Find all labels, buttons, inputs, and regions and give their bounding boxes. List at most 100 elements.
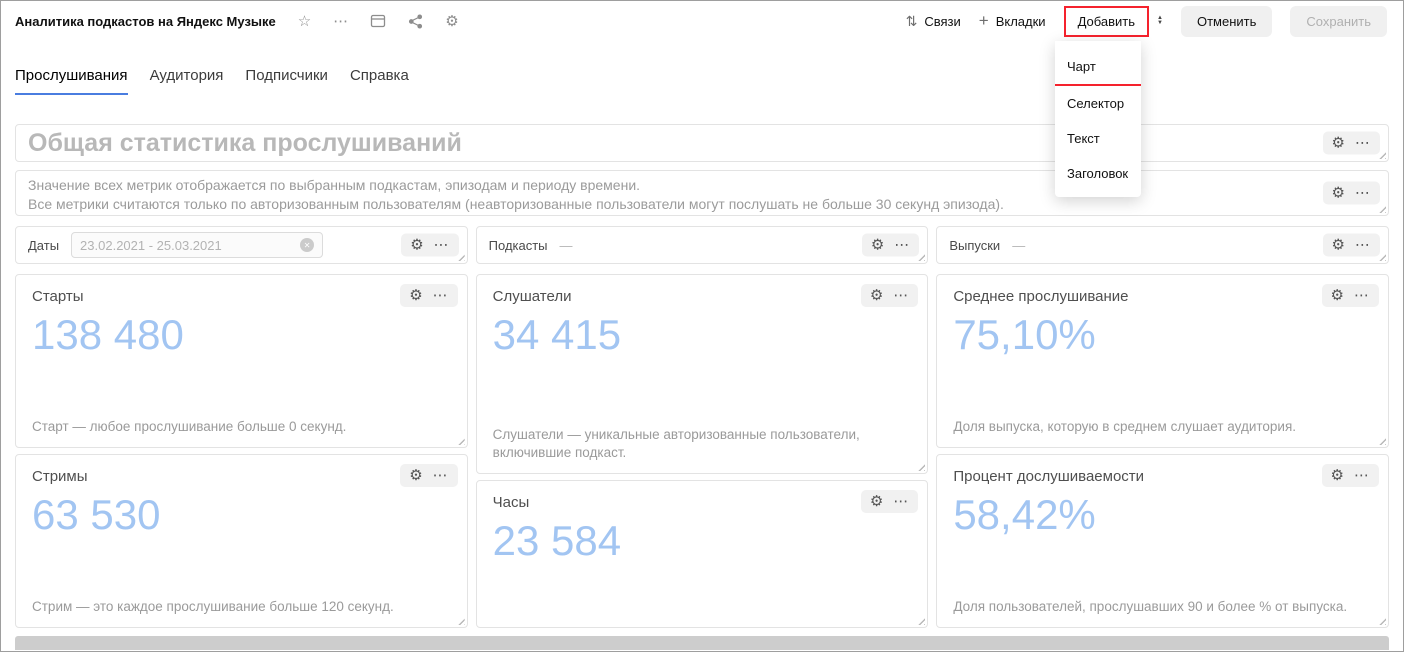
selector-label: Подкасты: [489, 238, 548, 253]
more-icon[interactable]: ⋯: [1355, 238, 1371, 253]
widget-actions: ⚙ ⋯: [1323, 182, 1380, 205]
more-icon[interactable]: ⋯: [894, 238, 910, 253]
plus-icon: +: [979, 11, 989, 31]
widget-actions: ⚙ ⋯: [861, 284, 918, 307]
selector-label: Выпуски: [949, 238, 1000, 253]
resize-handle[interactable]: [916, 462, 925, 471]
gear-icon[interactable]: ⚙: [870, 494, 883, 509]
resize-handle[interactable]: [456, 616, 465, 625]
more-icon[interactable]: ⋯: [1355, 136, 1371, 151]
resize-handle[interactable]: [1377, 204, 1386, 213]
widget-actions: ⚙ ⋯: [1322, 464, 1379, 487]
more-icon[interactable]: ⋯: [434, 238, 450, 253]
clear-icon[interactable]: ✕: [300, 238, 314, 252]
metric-title: Часы: [493, 494, 912, 511]
tab-subscribers[interactable]: Подписчики: [245, 67, 328, 95]
more-icon[interactable]: ⋯: [433, 288, 449, 303]
text-widget: Значение всех метрик отображается по выб…: [15, 170, 1389, 216]
episodes-select[interactable]: —: [1012, 238, 1025, 253]
share-icon[interactable]: [408, 14, 423, 29]
tab-help[interactable]: Справка: [350, 67, 409, 95]
relations-button[interactable]: ⇅ Связи: [906, 13, 961, 30]
date-range-input[interactable]: 23.02.2021 - 25.03.2021 ✕: [71, 232, 323, 258]
metric-title: Процент дослушиваемости: [953, 468, 1372, 485]
more-icon[interactable]: ⋯: [1355, 186, 1371, 201]
section-title: Общая статистика прослушиваний: [28, 129, 462, 158]
gear-icon[interactable]: ⚙: [1332, 136, 1345, 151]
gear-icon[interactable]: ⚙: [871, 238, 884, 253]
add-tab-label: Вкладки: [996, 14, 1046, 29]
widget-actions: ⚙ ⋯: [862, 234, 919, 257]
metric-caption: Старт — любое прослушивание больше 0 сек…: [32, 418, 447, 436]
menu-item-chart[interactable]: Чарт: [1055, 49, 1141, 86]
metric-caption: Стрим — это каждое прослушивание больше …: [32, 598, 447, 616]
resize-handle[interactable]: [1377, 436, 1386, 445]
metric-value: 138 480: [32, 311, 451, 359]
resize-handle[interactable]: [1377, 616, 1386, 625]
metric-card-avg-listen: Среднее прослушивание 75,10% Доля выпуск…: [936, 274, 1389, 448]
more-icon[interactable]: ⋯: [333, 14, 348, 29]
add-tab-button[interactable]: + Вкладки: [979, 11, 1046, 31]
add-dropdown-menu: Чарт Селектор Текст Заголовок: [1055, 41, 1141, 197]
dashboard-title: Аналитика подкастов на Яндекс Музыке: [15, 14, 276, 29]
menu-item-selector[interactable]: Селектор: [1055, 86, 1141, 121]
metric-title: Среднее прослушивание: [953, 288, 1372, 305]
partial-widget[interactable]: [15, 636, 1389, 650]
add-dropdown-toggle-icon[interactable]: ▲ ▼: [1157, 16, 1163, 26]
date-selector-widget: Даты 23.02.2021 - 25.03.2021 ✕ ⚙ ⋯: [15, 226, 468, 264]
gear-icon[interactable]: ⚙: [1332, 186, 1345, 201]
resize-handle[interactable]: [916, 616, 925, 625]
metric-title: Стримы: [32, 468, 451, 485]
metric-card-completion: Процент дослушиваемости 58,42% Доля поль…: [936, 454, 1389, 628]
gear-icon[interactable]: ⚙: [1332, 238, 1345, 253]
gear-icon[interactable]: ⚙: [1331, 468, 1344, 483]
selector-row: Даты 23.02.2021 - 25.03.2021 ✕ ⚙ ⋯ Подка…: [15, 226, 1389, 264]
metric-value: 34 415: [493, 311, 912, 359]
resize-handle[interactable]: [456, 436, 465, 445]
more-icon[interactable]: ⋯: [1354, 288, 1370, 303]
cancel-button[interactable]: Отменить: [1181, 6, 1272, 37]
relations-icon: ⇅: [906, 13, 918, 30]
more-icon[interactable]: ⋯: [893, 494, 909, 509]
gear-icon[interactable]: ⚙: [445, 14, 458, 29]
gear-icon[interactable]: ⚙: [409, 468, 422, 483]
more-icon[interactable]: ⋯: [893, 288, 909, 303]
widget-actions: ⚙ ⋯: [1322, 284, 1379, 307]
widget-actions: ⚙ ⋯: [400, 464, 457, 487]
metric-value: 63 530: [32, 491, 451, 539]
metric-card-hours: Часы 23 584 ⚙ ⋯: [476, 480, 929, 628]
date-range-value: 23.02.2021 - 25.03.2021: [80, 238, 222, 253]
podcasts-selector-widget: Подкасты — ⚙ ⋯: [476, 226, 929, 264]
gear-icon[interactable]: ⚙: [1331, 288, 1344, 303]
menu-item-title[interactable]: Заголовок: [1055, 156, 1141, 191]
widget-actions: ⚙ ⋯: [400, 284, 457, 307]
star-icon[interactable]: ☆: [298, 14, 311, 29]
podcasts-select[interactable]: —: [560, 238, 573, 253]
cards-column-1: Старты 138 480 Старт — любое прослушиван…: [15, 274, 468, 628]
add-button[interactable]: Добавить: [1064, 6, 1149, 37]
text-line-2: Все метрики считаются только по авторизо…: [28, 195, 1376, 214]
gear-icon[interactable]: ⚙: [410, 238, 423, 253]
dashboard-content: Общая статистика прослушиваний ⚙ ⋯ Значе…: [1, 95, 1403, 650]
metric-caption: Слушатели — уникальные авторизованные по…: [493, 426, 908, 462]
more-icon[interactable]: ⋯: [433, 468, 449, 483]
header-widget: Общая статистика прослушиваний ⚙ ⋯: [15, 124, 1389, 162]
topbar-icon-group: ☆ ⋯ ⚙: [298, 14, 459, 29]
menu-item-text[interactable]: Текст: [1055, 121, 1141, 156]
topbar: Аналитика подкастов на Яндекс Музыке ☆ ⋯: [1, 1, 1403, 41]
save-button[interactable]: Сохранить: [1290, 6, 1387, 37]
widget-actions: ⚙ ⋯: [1323, 234, 1380, 257]
metric-caption: Доля пользователей, прослушавших 90 и бо…: [953, 598, 1368, 616]
metric-card-listeners: Слушатели 34 415 Слушатели — уникальные …: [476, 274, 929, 474]
gear-icon[interactable]: ⚙: [409, 288, 422, 303]
tab-audience[interactable]: Аудитория: [150, 67, 224, 95]
gear-icon[interactable]: ⚙: [870, 288, 883, 303]
cards-column-2: Слушатели 34 415 Слушатели — уникальные …: [476, 274, 929, 628]
tab-listens[interactable]: Прослушивания: [15, 67, 128, 95]
window-icon[interactable]: [370, 14, 386, 28]
metric-title: Слушатели: [493, 288, 912, 305]
metric-cards-grid: Старты 138 480 Старт — любое прослушиван…: [15, 274, 1389, 628]
widget-actions: ⚙ ⋯: [1323, 132, 1380, 155]
more-icon[interactable]: ⋯: [1354, 468, 1370, 483]
episodes-selector-widget: Выпуски — ⚙ ⋯: [936, 226, 1389, 264]
